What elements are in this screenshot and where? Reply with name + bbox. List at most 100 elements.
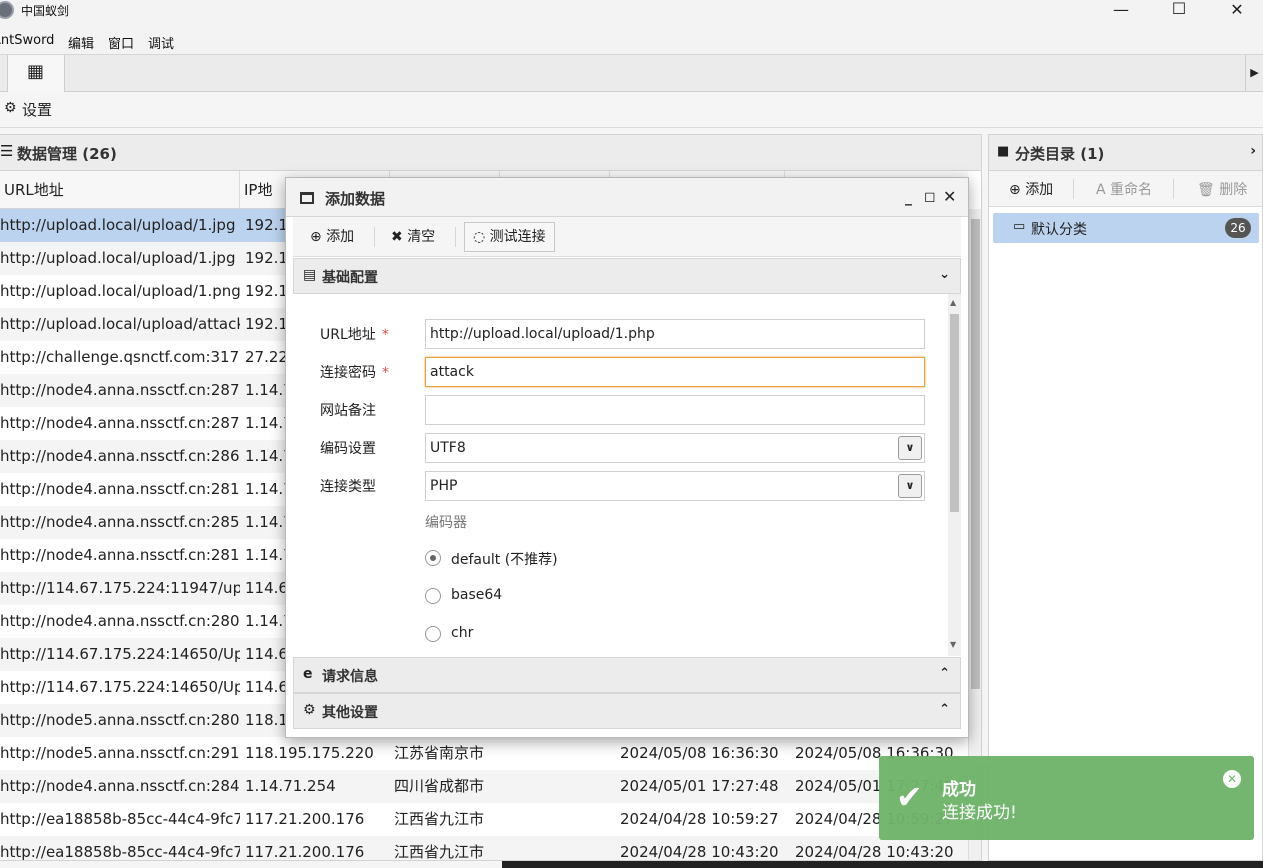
dialog-minimize-button[interactable]: _ <box>905 190 912 206</box>
minimize-button[interactable]: — <box>1092 0 1150 28</box>
chevron-down-icon[interactable]: ∨ <box>898 436 922 460</box>
plus-circle-icon: ⊕ <box>1009 182 1021 198</box>
table-scroll-thumb[interactable] <box>971 219 980 689</box>
menu-window[interactable]: 窗口 <box>108 33 134 52</box>
table-row[interactable]: http://ea18858b-85cc-44c4-9fc7-3 117.21.2… <box>0 803 968 836</box>
dialog-clear-button[interactable]: ✖ 清空 <box>382 222 444 252</box>
encoder-radio-chr[interactable] <box>425 626 441 642</box>
section-other-label: 其他设置 <box>322 705 378 721</box>
encoder-label-chr[interactable]: chr <box>451 625 473 641</box>
category-add-button[interactable]: ⊕ 添加 <box>1009 179 1053 199</box>
table-row[interactable]: http://ea18858b-85cc-44c4-9fc7-3 117.21.2… <box>0 836 968 861</box>
password-label-text: 连接密码 <box>320 365 376 381</box>
toast-close-button[interactable]: ✕ <box>1223 770 1241 788</box>
url-cell: http://ea18858b-85cc-44c4-9fc7-3 <box>0 843 240 861</box>
table-row[interactable]: http://node4.anna.nssctf.cn:2848 1.14.71.… <box>0 770 968 803</box>
encoder-radio-default[interactable] <box>425 550 441 566</box>
category-delete-button[interactable]: 🗑 删除 <box>1197 179 1247 199</box>
trash-icon: 🗑 <box>1197 182 1215 198</box>
close-button[interactable]: ✕ <box>1208 0 1263 28</box>
created-cell: 2024/04/28 10:59:27 <box>620 810 779 828</box>
encoding-label: 编码设置 <box>320 441 376 457</box>
section-other-settings[interactable]: ⚙ 其他设置 ⌃ <box>293 693 961 729</box>
maximize-button[interactable]: ☐ <box>1150 0 1208 27</box>
tab-home[interactable] <box>0 55 8 91</box>
section-basic-config[interactable]: ▤ 基础配置 ⌄ <box>293 258 961 294</box>
category-delete-label: 删除 <box>1219 182 1248 198</box>
url-cell: http://node4.anna.nssctf.cn:2851( <box>0 513 240 531</box>
url-cell: http://node4.anna.nssctf.cn:2812 <box>0 480 240 498</box>
dialog-titlebar[interactable]: 添加数据 _ ◻ ✕ <box>286 178 968 217</box>
section-request-label: 请求信息 <box>322 669 378 685</box>
url-cell: http://upload.local/upload/1.jpg <box>0 249 236 267</box>
ip-cell: 1.14.71.254 <box>245 777 336 795</box>
column-url[interactable]: URL地址 <box>0 171 240 209</box>
url-cell: http://challenge.qsnctf.com:31771 <box>0 348 240 366</box>
required-mark: * <box>381 327 389 343</box>
grid-icon: ▦ <box>27 61 45 82</box>
list-icon: ☰ <box>0 142 14 160</box>
data-panel-title: 数据管理 (26) <box>17 145 117 163</box>
ip-cell: 118.195.175.220 <box>245 744 374 762</box>
url-cell: http://node5.anna.nssctf.cn:2804 <box>0 711 240 729</box>
scroll-down-icon[interactable]: ▼ <box>950 640 956 649</box>
url-cell: http://114.67.175.224:14650/Uplo <box>0 645 240 663</box>
category-rename-label: 重命名 <box>1110 182 1153 198</box>
window-titlebar: 中国蚁剑 — ☐ ✕ <box>0 0 1263 28</box>
type-select[interactable]: PHP ∨ <box>425 471 925 501</box>
dialog-clear-label: 清空 <box>407 229 436 245</box>
form-scroll-thumb[interactable] <box>950 314 959 512</box>
category-panel: ■ 分类目录 (1) › ⊕ 添加 A 重命名 🗑 删除 ▭ 默认分类 26 <box>988 134 1263 861</box>
dialog-title: 添加数据 <box>325 190 386 208</box>
menu-debug[interactable]: 调试 <box>148 33 174 52</box>
chevron-right-icon[interactable]: › <box>1250 143 1256 159</box>
tab-scroll-right-button[interactable]: ▶ <box>1245 55 1263 91</box>
toolbar-divider <box>1073 179 1074 199</box>
folder-icon: ■ <box>997 144 1010 159</box>
encoder-label-base64[interactable]: base64 <box>451 587 502 603</box>
category-item-label: 默认分类 <box>1031 222 1087 238</box>
dialog-close-button[interactable]: ✕ <box>943 187 956 206</box>
settings-button[interactable]: 设置 <box>22 99 52 120</box>
url-label: URL地址 * <box>320 324 389 344</box>
gears-icon: ⚙ <box>303 702 316 718</box>
required-mark: * <box>382 365 389 381</box>
toolbar-divider <box>455 227 456 247</box>
ip-cell: 117.21.200.176 <box>245 843 365 861</box>
encoder-label-default[interactable]: default (不推荐) <box>451 549 558 569</box>
url-cell: http://upload.local/upload/attack. <box>0 315 240 333</box>
url-cell: http://upload.local/upload/1.jpg <box>0 216 236 234</box>
dialog-add-button[interactable]: ⊕ 添加 <box>301 222 363 252</box>
table-row[interactable]: http://node5.anna.nssctf.cn:2918(118.195… <box>0 737 968 770</box>
add-data-dialog: 添加数据 _ ◻ ✕ ⊕ 添加 ✖ 清空 ◌ 测试连接 ▤ 基础配置 ⌄ URL… <box>285 177 969 738</box>
dialog-maximize-button[interactable]: ◻ <box>924 189 936 205</box>
menu-antsword[interactable]: AntSword <box>0 33 54 48</box>
note-field[interactable] <box>425 395 925 425</box>
url-field[interactable]: http://upload.local/upload/1.php <box>425 319 925 349</box>
dialog-test-label: 测试连接 <box>489 229 546 245</box>
menu-edit[interactable]: 编辑 <box>68 33 94 52</box>
url-cell: http://114.67.175.224:11947/uplo <box>0 579 240 597</box>
location-cell: 江西省九江市 <box>394 843 485 861</box>
gear-icon: ⚙ <box>4 100 17 116</box>
section-request-info[interactable]: e 请求信息 ⌃ <box>293 657 961 693</box>
scroll-up-icon[interactable]: ▲ <box>950 298 956 307</box>
chevron-down-icon[interactable]: ∨ <box>898 474 922 498</box>
encoder-heading: 编码器 <box>425 515 467 531</box>
category-count-badge: 26 <box>1225 218 1251 238</box>
chevron-up-icon: ⌃ <box>939 702 950 717</box>
chevron-up-icon: ⌃ <box>939 666 950 681</box>
category-rename-button[interactable]: A 重命名 <box>1096 179 1152 199</box>
password-field[interactable]: attack <box>425 357 925 387</box>
encoder-radio-base64[interactable] <box>425 588 441 604</box>
form-scrollbar[interactable]: ▲ ▼ <box>948 294 961 656</box>
category-toolbar: ⊕ 添加 A 重命名 🗑 删除 <box>989 171 1262 207</box>
tab-data-grid[interactable]: ▦ <box>8 55 65 92</box>
x-icon: ✖ <box>391 229 403 245</box>
type-label: 连接类型 <box>320 479 376 495</box>
category-item-default[interactable]: ▭ 默认分类 26 <box>993 213 1259 243</box>
font-icon: A <box>1096 182 1106 198</box>
encoding-select[interactable]: UTF8 ∨ <box>425 433 925 463</box>
dialog-test-connection-button[interactable]: ◌ 测试连接 <box>464 222 555 252</box>
spinner-icon: ◌ <box>473 229 486 245</box>
